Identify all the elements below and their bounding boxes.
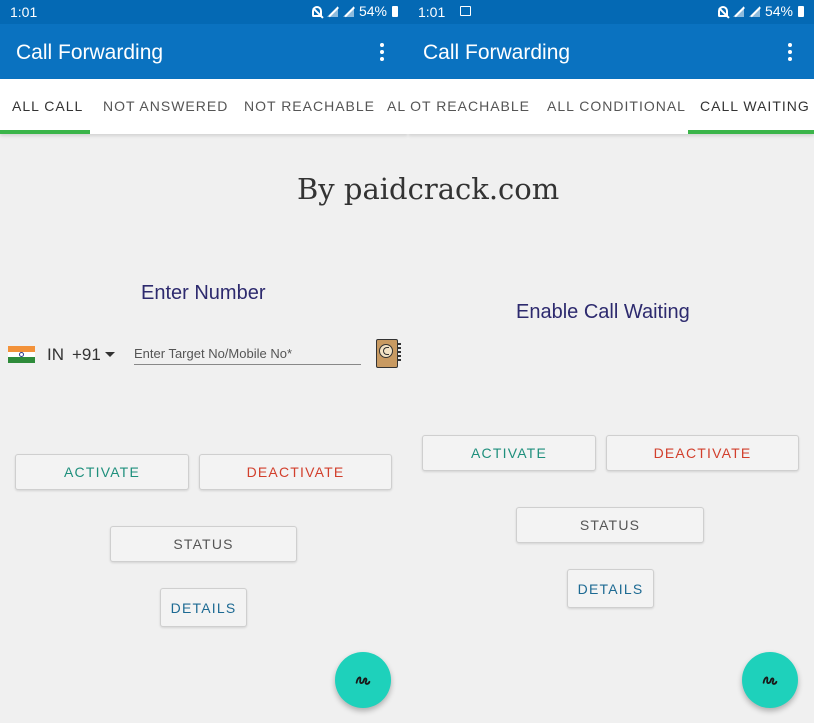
kebab-menu-icon[interactable]	[788, 43, 792, 61]
details-button[interactable]: DETAILS	[160, 588, 247, 627]
activate-button[interactable]: ACTIVATE	[422, 435, 596, 471]
chevron-down-icon[interactable]	[105, 352, 115, 357]
scribble-icon	[355, 676, 371, 685]
scribble-icon	[762, 676, 778, 685]
battery-icon	[798, 5, 804, 17]
app-title: Call Forwarding	[16, 41, 164, 64]
mute-bell-icon	[717, 5, 728, 17]
signal-off-icon	[342, 5, 354, 17]
status-button[interactable]: STATUS	[110, 526, 297, 562]
image-notification-icon	[460, 6, 471, 16]
status-bar: 1:01 54%	[408, 0, 814, 24]
contacts-book-icon[interactable]	[376, 339, 401, 368]
status-icons: 54%	[311, 3, 398, 19]
dial-code[interactable]: +91	[72, 345, 101, 365]
tab-not-reachable[interactable]: NOT REACHABLE	[408, 98, 530, 114]
right-screen: 1:01 54% Call Forwarding NOT REACHABLE A…	[408, 0, 814, 723]
watermark-text: By paidcrack.com	[297, 172, 560, 206]
deactivate-button[interactable]: DEACTIVATE	[199, 454, 392, 490]
mute-bell-icon	[311, 5, 322, 17]
status-time: 1:01	[418, 4, 446, 20]
tab-call-waiting[interactable]: CALL WAITING	[700, 98, 810, 114]
scribble-fab-button[interactable]	[742, 652, 798, 708]
tab-indicator	[688, 130, 814, 134]
status-bar: 1:01 54%	[0, 0, 408, 24]
left-screen: 1:01 54% Call Forwarding ALL CALL NOT AN…	[0, 0, 408, 723]
tab-all-conditional[interactable]: ALL CONDITIONAL	[547, 98, 686, 114]
status-button[interactable]: STATUS	[516, 507, 704, 543]
app-bar: Call Forwarding	[0, 24, 408, 79]
tab-all-call[interactable]: ALL CALL	[12, 98, 83, 114]
country-code[interactable]: IN	[47, 345, 64, 365]
status-icons: 54%	[717, 3, 804, 19]
activate-button[interactable]: ACTIVATE	[15, 454, 189, 490]
tab-not-reachable[interactable]: NOT REACHABLE	[244, 98, 375, 114]
enable-call-waiting-heading: Enable Call Waiting	[516, 301, 690, 323]
app-bar: Call Forwarding	[408, 24, 814, 79]
tab-all-conditional-partial[interactable]: AL	[387, 98, 406, 114]
tab-not-answered[interactable]: NOT ANSWERED	[103, 98, 228, 114]
signal-off-icon	[748, 5, 760, 17]
details-button[interactable]: DETAILS	[567, 569, 654, 608]
tab-bar: NOT REACHABLE ALL CONDITIONAL CALL WAITI…	[408, 79, 814, 134]
enter-number-heading: Enter Number	[141, 282, 266, 304]
battery-icon	[392, 5, 398, 17]
target-number-input[interactable]	[134, 346, 361, 365]
battery-percent: 54%	[358, 3, 387, 19]
app-title: Call Forwarding	[423, 41, 571, 64]
status-time: 1:01	[10, 4, 38, 20]
tab-bar: ALL CALL NOT ANSWERED NOT REACHABLE AL	[0, 79, 408, 134]
deactivate-button[interactable]: DEACTIVATE	[606, 435, 799, 471]
tab-indicator	[0, 130, 90, 134]
kebab-menu-icon[interactable]	[380, 43, 384, 61]
battery-percent: 54%	[764, 3, 793, 19]
signal-off-icon	[732, 5, 744, 17]
signal-off-icon	[326, 5, 338, 17]
india-flag-icon	[8, 346, 35, 363]
scribble-fab-button[interactable]	[335, 652, 391, 708]
